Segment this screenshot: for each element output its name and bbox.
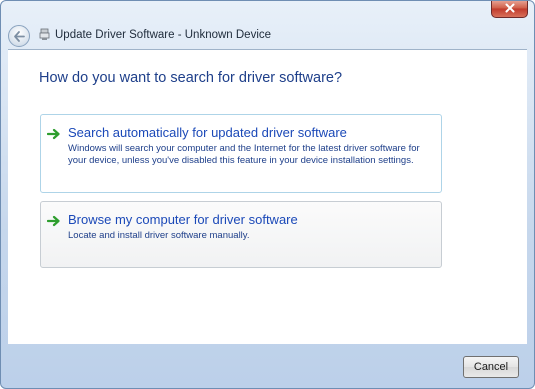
search-automatically-option[interactable]: Search automatically for updated driver …: [40, 114, 442, 193]
back-button[interactable]: [8, 25, 30, 47]
title-bar: Update Driver Software - Unknown Device: [1, 1, 534, 49]
window-title: Update Driver Software - Unknown Device: [55, 29, 272, 41]
close-button[interactable]: [491, 1, 528, 18]
option-description: Windows will search your computer and th…: [68, 143, 420, 166]
cancel-button[interactable]: Cancel: [463, 356, 519, 378]
page-heading: How do you want to search for driver sof…: [39, 70, 343, 86]
device-icon: [39, 28, 50, 40]
dialog-content: How do you want to search for driver sof…: [8, 49, 527, 344]
green-arrow-icon: [47, 215, 60, 227]
option-description: Locate and install driver software manua…: [68, 230, 250, 241]
dialog-window: Update Driver Software - Unknown Device …: [0, 0, 535, 389]
back-arrow-icon: [14, 31, 25, 42]
green-arrow-icon: [47, 128, 60, 140]
option-title: Browse my computer for driver software: [68, 212, 298, 227]
option-title: Search automatically for updated driver …: [68, 125, 347, 140]
dialog-footer: Cancel: [1, 344, 534, 388]
close-x-icon: [505, 3, 515, 13]
browse-computer-option[interactable]: Browse my computer for driver software L…: [40, 201, 442, 268]
